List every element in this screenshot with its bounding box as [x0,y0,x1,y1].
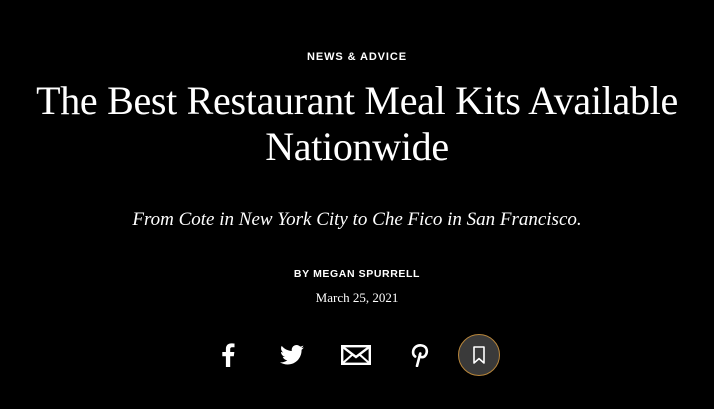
headline-line-1: The Best Restaurant Meal Kits Available [36,78,678,123]
author-link[interactable]: MEGAN SPURRELL [313,268,420,280]
share-pinterest-button[interactable] [400,333,440,377]
headline-line-2: Nationwide [265,124,449,169]
headline: The Best Restaurant Meal Kits Available … [0,78,714,170]
save-bookmark-button[interactable] [458,334,500,376]
byline-prefix: BY [293,268,310,280]
publish-date: March 25, 2021 [315,290,399,305]
bookmark-icon [473,346,485,364]
facebook-icon [222,343,235,367]
share-email-button[interactable] [336,333,376,377]
email-icon [341,345,371,365]
pinterest-icon [411,344,429,367]
article-header: NEWS & ADVICE The Best Restaurant Meal K… [0,0,714,409]
rubric-link[interactable]: NEWS & ADVICE [0,51,714,63]
share-twitter-button[interactable] [272,333,312,377]
twitter-icon [280,345,304,365]
share-facebook-button[interactable] [208,333,248,377]
social-share-bar [200,333,510,377]
dek: From Cote in New York City to Che Fico i… [132,209,582,230]
byline: BY MEGAN SPURRELL [0,268,714,280]
